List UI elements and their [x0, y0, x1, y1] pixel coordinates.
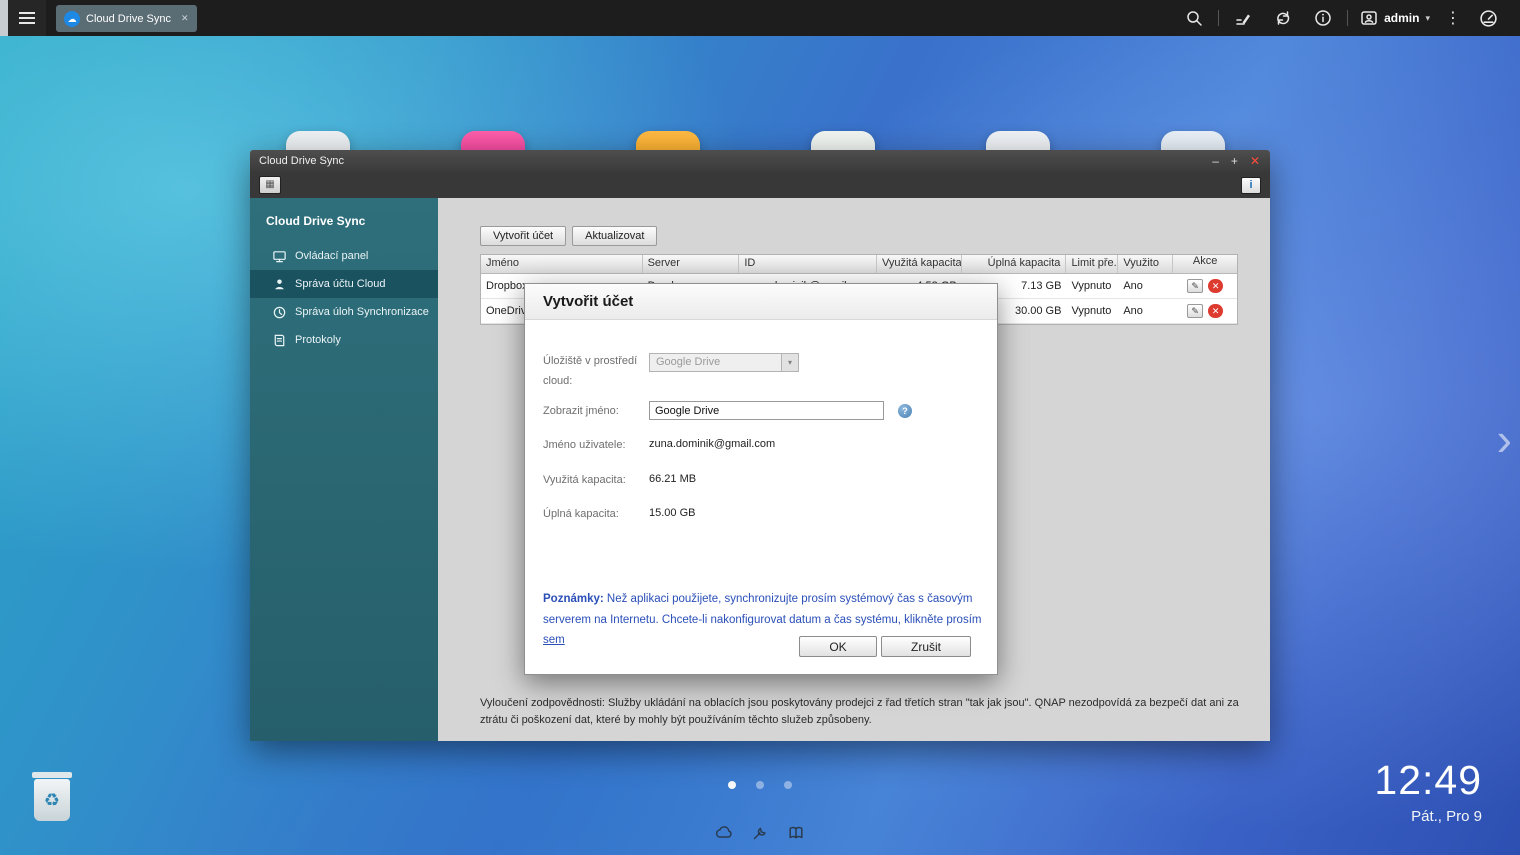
page-dot-2[interactable] — [756, 781, 764, 789]
help-icon[interactable]: ? — [898, 404, 912, 418]
column-header[interactable]: Server — [643, 255, 740, 273]
view-grid-icon[interactable]: ▦ — [259, 176, 281, 194]
display-name-label: Zobrazit jméno: — [543, 402, 647, 422]
create-account-button[interactable]: Vytvořit účet — [480, 226, 566, 246]
cancel-button[interactable]: Zrušit — [881, 636, 971, 657]
cloud-services-icon[interactable] — [714, 823, 734, 843]
username-label: Jméno uživatele: — [543, 436, 647, 456]
chevron-down-icon: ▾ — [781, 354, 798, 371]
time-settings-link[interactable]: sem — [543, 634, 565, 646]
used-capacity-label: Využitá kapacita: — [543, 471, 647, 491]
note-body: Než aplikaci použijete, synchronizujte p… — [543, 593, 981, 626]
delete-account-icon[interactable]: ✕ — [1208, 304, 1223, 318]
log-book-icon — [272, 333, 287, 348]
more-options-icon[interactable]: ⋮ — [1438, 8, 1468, 28]
column-header[interactable]: Úplná kapacita — [962, 255, 1067, 273]
dashboard-icon[interactable] — [1468, 0, 1508, 36]
delete-account-icon[interactable]: ✕ — [1208, 279, 1223, 293]
selected-storage: Google Drive — [656, 356, 720, 368]
sidebar-item-ovladaci-panel[interactable]: Ovládací panel — [250, 242, 438, 270]
clock-time: 12:49 — [1374, 760, 1482, 801]
column-header[interactable]: Limit pře... — [1066, 255, 1118, 273]
tab-close-icon[interactable]: ✕ — [181, 13, 189, 24]
help-info-icon[interactable]: i — [1241, 177, 1261, 194]
topbar-divider — [1218, 10, 1219, 26]
column-header[interactable]: Jméno — [481, 255, 643, 273]
window-toolstrip: ▦ i — [250, 172, 1270, 198]
used-capacity-value: 66.21 MB — [649, 473, 696, 485]
clock-sync-icon — [272, 305, 287, 320]
sidebar-item-label: Správa účtu Cloud — [295, 278, 386, 290]
column-header[interactable]: Využito — [1118, 255, 1173, 273]
recycle-bin-lid — [32, 772, 72, 778]
search-icon[interactable] — [1174, 0, 1214, 36]
window-titlebar[interactable]: Cloud Drive Sync – + ✕ — [250, 150, 1270, 172]
tab-cloud-drive-sync[interactable]: ☁ Cloud Drive Sync ✕ — [56, 5, 197, 32]
next-page-icon[interactable]: › — [1497, 416, 1512, 462]
cell-enabled: Ano — [1118, 305, 1173, 317]
desktop-pagination — [728, 781, 792, 789]
sidebar-item-sprava-uloh[interactable]: Správa úloh Synchronizace — [250, 298, 438, 326]
activity-log-icon[interactable] — [1223, 0, 1263, 36]
disclaimer-text: Vyloučení zodpovědnosti: Služby ukládání… — [480, 695, 1240, 729]
main-menu-button[interactable] — [8, 0, 46, 36]
close-icon[interactable]: ✕ — [1250, 155, 1260, 167]
page-dot-1[interactable] — [728, 781, 736, 789]
cell-limit: Vypnuto — [1066, 280, 1118, 292]
tools-icon[interactable] — [750, 823, 770, 843]
cell-limit: Vypnuto — [1066, 305, 1118, 317]
create-account-dialog: Vytvořit účet Úložiště v prostředí cloud… — [524, 283, 998, 675]
page-dot-3[interactable] — [784, 781, 792, 789]
admin-menu[interactable]: admin ▾ — [1352, 9, 1438, 27]
info-icon[interactable] — [1303, 0, 1343, 36]
edit-account-icon[interactable]: ✎ — [1187, 279, 1203, 293]
user-badge-icon — [1360, 9, 1378, 27]
clock-date: Pát., Pro 9 — [1374, 808, 1482, 825]
sidebar-item-protokoly[interactable]: Protokoly — [250, 326, 438, 354]
note-prefix: Poznámky: — [543, 593, 604, 605]
storage-label: Úložiště v prostředí cloud: — [543, 352, 647, 392]
user-icon — [272, 277, 287, 292]
dialog-title: Vytvořit účet — [525, 284, 997, 320]
chevron-down-icon: ▾ — [1425, 13, 1430, 24]
tab-label: Cloud Drive Sync — [86, 13, 171, 25]
cloud-storage-select[interactable]: Google Drive ▾ — [649, 353, 799, 372]
monitor-icon — [272, 249, 287, 264]
topbar-divider — [1347, 10, 1348, 26]
window-title: Cloud Drive Sync — [259, 155, 1212, 167]
sidebar-header: Cloud Drive Sync — [250, 214, 438, 228]
edit-account-icon[interactable]: ✎ — [1187, 304, 1203, 318]
cell-enabled: Ano — [1118, 280, 1173, 292]
screen-edge-strip — [0, 0, 8, 36]
ok-button[interactable]: OK — [799, 636, 877, 657]
manual-book-icon[interactable] — [786, 823, 806, 843]
sidebar-item-label: Správa úloh Synchronizace — [295, 306, 429, 318]
sidebar-item-sprava-uctu-cloud[interactable]: Správa účtu Cloud — [250, 270, 438, 298]
topbar: ☁ Cloud Drive Sync ✕ admin ▾ — [0, 0, 1520, 36]
refresh-button[interactable]: Aktualizovat — [572, 226, 657, 246]
admin-username: admin — [1384, 11, 1419, 25]
maximize-icon[interactable]: + — [1231, 155, 1238, 167]
background-tasks-icon[interactable] — [1263, 0, 1303, 36]
column-header[interactable]: Využitá kapacita — [877, 255, 962, 273]
total-capacity-label: Úplná kapacita: — [543, 505, 647, 525]
column-header[interactable]: Akce — [1173, 255, 1237, 273]
display-name-input[interactable] — [649, 401, 884, 420]
desktop-clock: 12:49 Pát., Pro 9 — [1374, 760, 1482, 825]
cloud-app-icon: ☁ — [64, 11, 80, 27]
sidebar-item-label: Ovládací panel — [295, 250, 368, 262]
total-capacity-value: 15.00 GB — [649, 507, 695, 519]
sidebar: Cloud Drive Sync Ovládací panel Správa ú… — [250, 198, 438, 741]
sidebar-item-label: Protokoly — [295, 334, 341, 346]
recycle-icon: ♻ — [34, 779, 70, 821]
minimize-icon[interactable]: – — [1212, 155, 1219, 167]
recycle-bin[interactable]: ♻ — [24, 772, 80, 834]
username-value: zuna.dominik@gmail.com — [649, 438, 775, 450]
column-header[interactable]: ID — [739, 255, 877, 273]
desktop-background: ☁ Cloud Drive Sync ✕ admin ▾ — [0, 0, 1520, 855]
table-header: Jméno Server ID Využitá kapacita Úplná k… — [481, 255, 1237, 274]
desktop-taskbar — [714, 823, 806, 843]
